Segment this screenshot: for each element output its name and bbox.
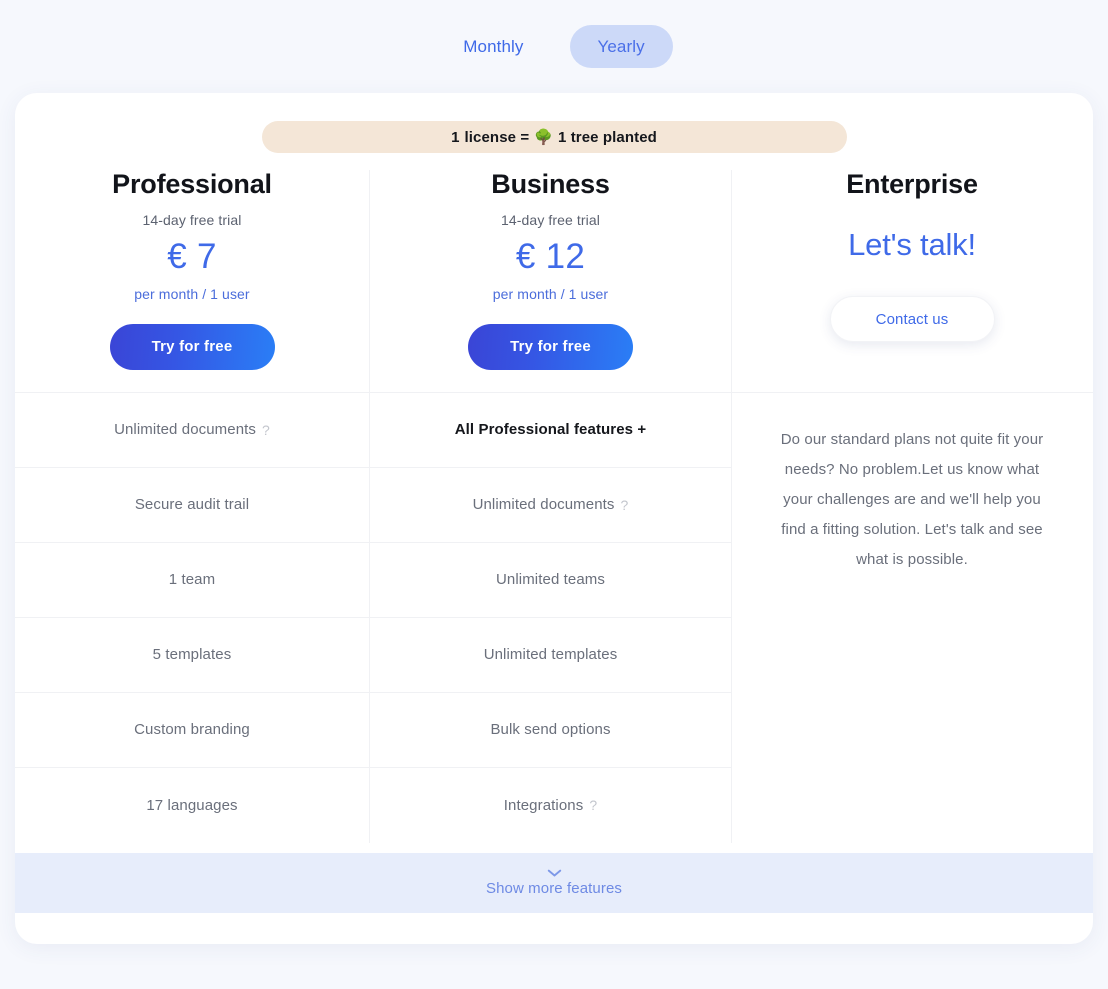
plan-cta-container-professional: Try for free [15, 324, 369, 370]
help-icon[interactable]: ? [262, 423, 270, 437]
feature-item: Unlimited documents ? [15, 393, 369, 468]
license-count: 1 [451, 129, 459, 146]
billing-toggle-monthly[interactable]: Monthly [435, 25, 551, 68]
plan-header-row: Professional 14-day free trial € 7 per m… [15, 170, 1093, 392]
feature-item: Secure audit trail [15, 468, 369, 543]
plan-period-business: per month / 1 user [370, 286, 731, 302]
help-icon[interactable]: ? [589, 798, 597, 812]
try-for-free-button-professional[interactable]: Try for free [110, 324, 275, 370]
feature-label: Secure audit trail [135, 496, 249, 513]
features-column-enterprise: Do our standard plans not quite fit your… [732, 393, 1092, 843]
feature-label: 5 templates [153, 646, 232, 663]
try-for-free-button-business[interactable]: Try for free [468, 324, 633, 370]
plan-column-professional: Professional 14-day free trial € 7 per m… [15, 170, 369, 392]
feature-item: Bulk send options [370, 693, 731, 768]
plan-price-business: € 12 [370, 237, 731, 277]
tree-banner-container: 1 license = 🌳 1 tree planted [15, 93, 1093, 153]
features-column-professional: Unlimited documents ? Secure audit trail… [15, 393, 369, 843]
feature-item: Unlimited documents ? [370, 468, 731, 543]
feature-item: Unlimited teams [370, 543, 731, 618]
help-icon[interactable]: ? [621, 498, 629, 512]
feature-item: All Professional features + [370, 393, 731, 468]
show-more-label: Show more features [486, 880, 622, 897]
tree-planted-banner: 1 license = 🌳 1 tree planted [262, 121, 847, 153]
feature-item: 17 languages [15, 768, 369, 843]
plan-title-business: Business [370, 170, 731, 200]
plan-title-enterprise: Enterprise [732, 170, 1092, 200]
feature-item: 1 team [15, 543, 369, 618]
tree-icon: 🌳 [534, 130, 553, 145]
billing-toggle-yearly[interactable]: Yearly [570, 25, 673, 68]
plan-price-professional: € 7 [15, 237, 369, 277]
contact-us-button[interactable]: Contact us [830, 296, 995, 342]
plan-cta-container-business: Try for free [370, 324, 731, 370]
billing-period-toggle[interactable]: Monthly Yearly [0, 0, 1108, 93]
plan-period-professional: per month / 1 user [15, 286, 369, 302]
feature-item: Custom branding [15, 693, 369, 768]
feature-label: Unlimited templates [484, 646, 618, 663]
license-label: license = [465, 129, 530, 146]
plan-trial-business: 14-day free trial [370, 212, 731, 228]
feature-label: 17 languages [146, 797, 237, 814]
plan-column-enterprise: Enterprise Let's talk! Contact us [732, 170, 1092, 392]
feature-item: Integrations ? [370, 768, 731, 843]
chevron-down-icon [547, 869, 562, 878]
feature-item: Unlimited templates [370, 618, 731, 693]
feature-label: Unlimited documents [473, 496, 615, 513]
feature-label: 1 team [169, 571, 215, 588]
plan-cta-container-enterprise: Contact us [732, 296, 1092, 342]
feature-label: All Professional features + [455, 421, 647, 438]
tree-planted-label: 1 tree planted [558, 129, 657, 146]
plan-trial-professional: 14-day free trial [15, 212, 369, 228]
plan-headline-enterprise: Let's talk! [732, 227, 1092, 263]
feature-label: Unlimited teams [496, 571, 605, 588]
feature-label: Unlimited documents [114, 421, 256, 438]
pricing-card: 1 license = 🌳 1 tree planted Professiona… [15, 93, 1093, 944]
feature-item: 5 templates [15, 618, 369, 693]
plan-title-professional: Professional [15, 170, 369, 200]
feature-label: Custom branding [134, 721, 250, 738]
show-more-features-button[interactable]: Show more features [15, 853, 1093, 913]
feature-label: Bulk send options [490, 721, 610, 738]
features-column-business: All Professional features + Unlimited do… [369, 393, 732, 843]
plan-column-business: Business 14-day free trial € 12 per mont… [369, 170, 732, 392]
enterprise-description: Do our standard plans not quite fit your… [732, 393, 1092, 575]
feature-label: Integrations [504, 797, 584, 814]
features-row: Unlimited documents ? Secure audit trail… [15, 392, 1093, 843]
